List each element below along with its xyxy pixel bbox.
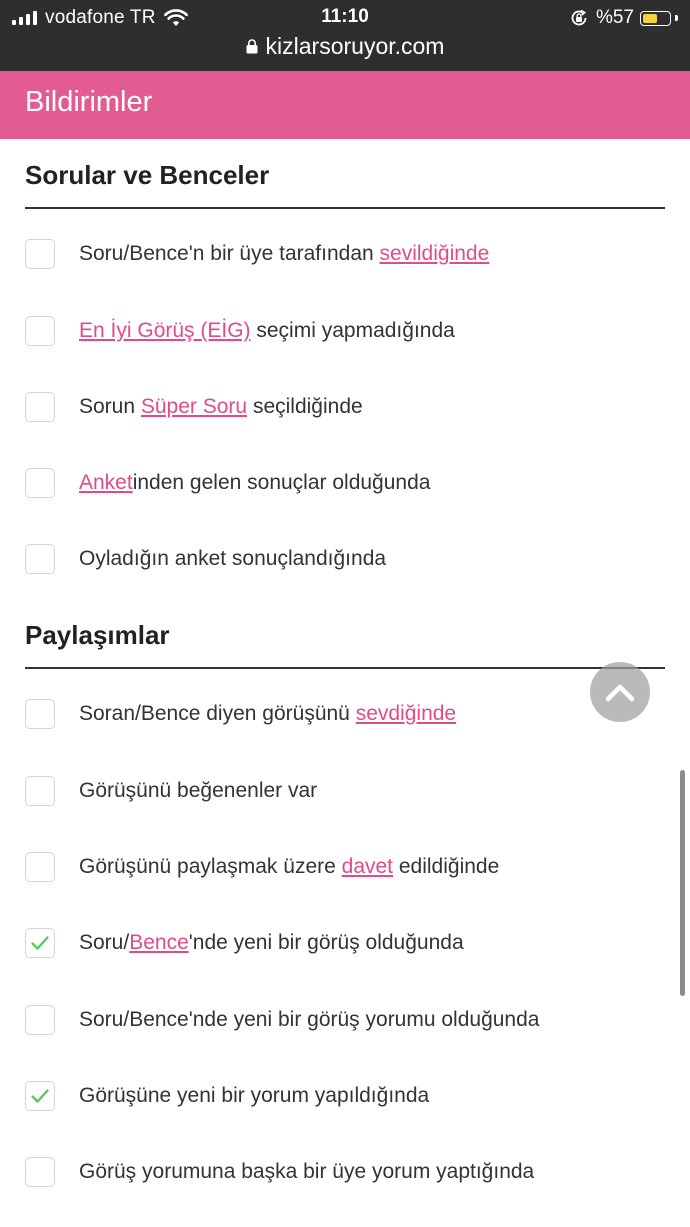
inline-link[interactable]: En İyi Görüş (EİG) — [79, 319, 251, 342]
setting-row[interactable]: Görüşüne yeni bir yorum yapıldığında — [25, 1076, 650, 1116]
label-text: Soru/Bence'n bir üye tarafından — [79, 242, 380, 265]
setting-label: Soru/Bence'n bir üye tarafından sevildiğ… — [79, 242, 489, 266]
checkbox[interactable] — [25, 776, 55, 806]
inline-link[interactable]: sevdiğinde — [356, 702, 456, 725]
setting-row[interactable]: Görüş yorumuna başka bir üye yorum yaptı… — [25, 1152, 650, 1192]
checkbox[interactable] — [25, 468, 55, 498]
page-header: Bildirimler — [0, 71, 690, 139]
inline-link[interactable]: sevildiğinde — [380, 242, 490, 265]
checkmark-icon — [31, 936, 49, 950]
setting-label: En İyi Görüş (EİG) seçimi yapmadığında — [79, 319, 455, 343]
label-text: Soru/Bence'nde yeni bir görüş yorumu old… — [79, 1008, 540, 1031]
rotation-lock-icon — [571, 9, 587, 26]
label-text: edildiğinde — [393, 855, 500, 878]
label-text: Görüşünü beğenenler var — [79, 779, 318, 802]
setting-row[interactable]: Görüşünü paylaşmak üzere davet edildiğin… — [25, 847, 650, 887]
setting-label: Anketinden gelen sonuçlar olduğunda — [79, 471, 430, 495]
checkbox[interactable] — [25, 852, 55, 882]
section-divider — [25, 207, 665, 209]
battery-icon — [640, 10, 671, 26]
chevron-up-icon — [605, 684, 635, 702]
setting-row[interactable]: Soru/Bence'nde yeni bir görüş olduğunda — [25, 923, 650, 963]
setting-label: Oyladığın anket sonuçlandığında — [79, 547, 386, 571]
label-text: Soru/ — [79, 931, 130, 954]
checkbox[interactable] — [25, 544, 55, 574]
setting-label: Görüş yorumuna başka bir üye yorum yaptı… — [79, 1160, 534, 1184]
setting-row[interactable]: Görüşünü beğenenler var — [25, 771, 650, 811]
battery-cap — [675, 15, 678, 21]
checkbox[interactable] — [25, 1005, 55, 1035]
setting-row[interactable]: Soran/Bence diyen görüşünü sevdiğinde — [25, 694, 650, 734]
setting-label: Soru/Bence'nde yeni bir görüş yorumu old… — [79, 1008, 539, 1032]
setting-label: Görüşüne yeni bir yorum yapıldığında — [79, 1084, 429, 1108]
setting-label: Görüşünü paylaşmak üzere davet edildiğin… — [79, 855, 499, 879]
label-text: seçimi yapmadığında — [250, 319, 455, 342]
section-title-sorular: Sorular ve Benceler — [25, 160, 270, 190]
inline-link[interactable]: Anket — [79, 471, 133, 494]
section-title-paylasimlar: Paylaşımlar — [25, 620, 170, 650]
setting-label: Sorun Süper Soru seçildiğinde — [79, 395, 363, 419]
setting-label: Soru/Bence'nde yeni bir görüş olduğunda — [79, 931, 464, 955]
status-bar: vodafone TR 11:10 %57 kizlarsoruyor.com — [0, 0, 690, 71]
setting-row[interactable]: Anketinden gelen sonuçlar olduğunda — [25, 463, 650, 503]
address-bar[interactable]: kizlarsoruyor.com — [0, 31, 690, 61]
scrollbar-thumb[interactable] — [680, 770, 685, 996]
status-right: %57 — [570, 6, 678, 30]
checkbox[interactable] — [25, 392, 55, 422]
setting-row[interactable]: Soru/Bence'nde yeni bir görüş yorumu old… — [25, 1000, 650, 1040]
inline-link[interactable]: davet — [342, 855, 393, 878]
label-text: Görüşüne yeni bir yorum yapıldığında — [79, 1084, 430, 1107]
label-text: 'nde yeni bir görüş olduğunda — [188, 931, 464, 954]
label-text: seçildiğinde — [247, 395, 363, 418]
checkbox[interactable] — [25, 1157, 55, 1187]
label-text: Sorun — [79, 395, 141, 418]
setting-label: Görüşünü beğenenler var — [79, 779, 317, 803]
inline-link[interactable]: Bence — [129, 931, 189, 954]
setting-label: Soran/Bence diyen görüşünü sevdiğinde — [79, 702, 456, 726]
setting-row[interactable]: Sorun Süper Soru seçildiğinde — [25, 387, 650, 427]
checkbox[interactable] — [25, 239, 55, 269]
padlock-icon — [246, 38, 258, 53]
label-text: Görüş yorumuna başka bir üye yorum yaptı… — [79, 1160, 535, 1183]
checkbox[interactable] — [25, 1081, 55, 1111]
checkbox[interactable] — [25, 316, 55, 346]
setting-row[interactable]: En İyi Görüş (EİG) seçimi yapmadığında — [25, 311, 650, 351]
checkbox[interactable] — [25, 699, 55, 729]
setting-row[interactable]: Oyladığın anket sonuçlandığında — [25, 539, 650, 579]
label-text: inden gelen sonuçlar olduğunda — [132, 471, 431, 494]
scroll-to-top-button[interactable] — [590, 662, 650, 722]
page-title: Bildirimler — [25, 86, 153, 118]
page-url[interactable]: kizlarsoruyor.com — [266, 33, 445, 60]
inline-link[interactable]: Süper Soru — [141, 395, 247, 418]
setting-row[interactable]: Soru/Bence'n bir üye tarafından sevildiğ… — [25, 234, 650, 274]
checkmark-icon — [31, 1089, 49, 1103]
section-divider — [25, 667, 665, 669]
label-text: Görüşünü paylaşmak üzere — [79, 855, 342, 878]
label-text: Soran/Bence diyen görüşünü — [79, 702, 356, 725]
label-text: Oyladığın anket sonuçlandığında — [79, 547, 387, 570]
battery-percent: %57 — [595, 7, 634, 28]
checkbox[interactable] — [25, 928, 55, 958]
